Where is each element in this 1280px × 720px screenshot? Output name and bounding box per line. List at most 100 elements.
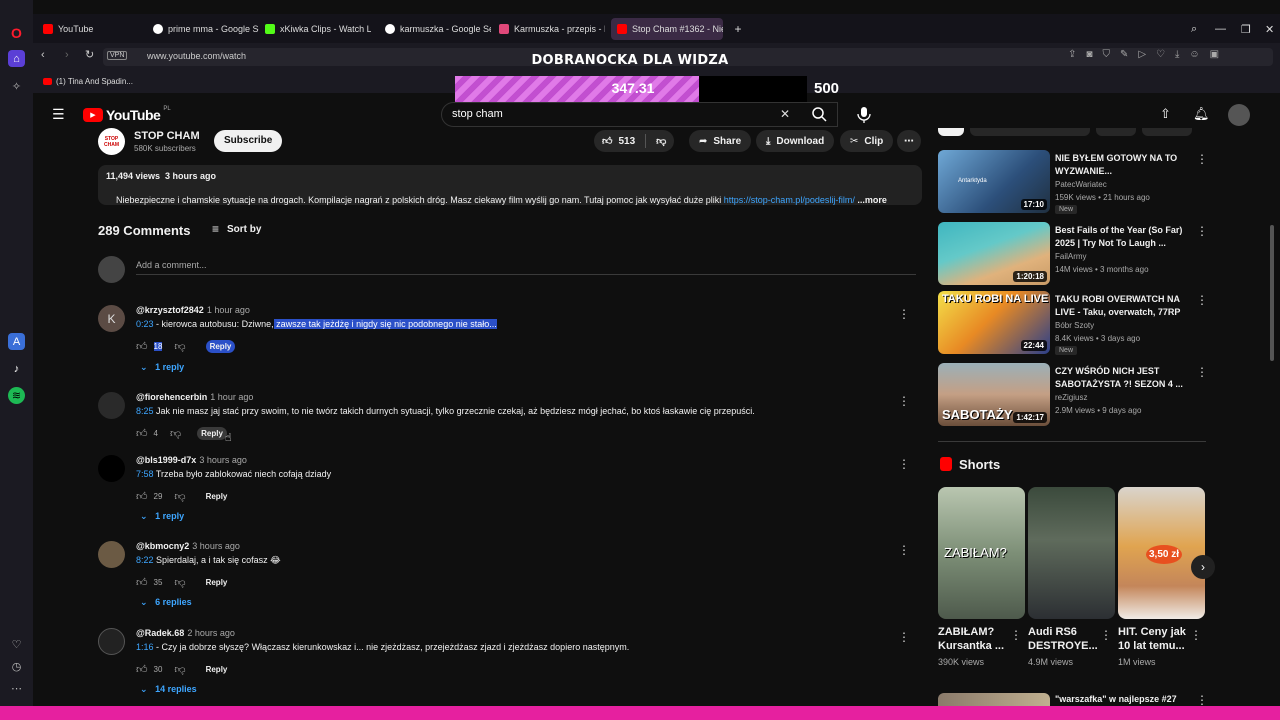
comment-time[interactable]: 3 hours ago (199, 455, 247, 465)
comment-author[interactable]: @krzysztof2842 (136, 305, 204, 315)
comment-menu-icon[interactable]: ⋮ (898, 543, 910, 557)
video-title[interactable]: "warszafka" w najlepsze #27 (1055, 694, 1177, 704)
video-title[interactable]: NIE BYŁEM GOTOWY NA TO WYZWANIE... (1055, 152, 1185, 178)
notifications-icon[interactable]: 🔔︎ (1193, 106, 1210, 122)
subscribe-button[interactable]: Subscribe (214, 130, 283, 152)
heart-icon[interactable]: ♡ (8, 636, 25, 653)
comment-menu-icon[interactable]: ⋮ (898, 457, 910, 471)
minimize-icon[interactable]: — (1209, 18, 1232, 40)
filter-chip[interactable] (1142, 128, 1192, 136)
close-window-icon[interactable]: ✕ (1259, 18, 1280, 40)
extensions-icon[interactable]: ✎ (1120, 49, 1128, 60)
view-replies-button[interactable]: ⌄ 6 replies (140, 597, 192, 608)
reply-button[interactable]: Reply (202, 490, 232, 503)
profile-icon[interactable]: ☺ (1189, 49, 1199, 60)
video-thumbnail[interactable] (938, 693, 1050, 706)
upload-icon[interactable]: ⇧ (1160, 106, 1171, 122)
short-thumbnail[interactable]: 3,50 zł (1118, 487, 1205, 619)
short-thumbnail[interactable] (1028, 487, 1115, 619)
channel-name[interactable]: STOP CHAM (134, 130, 200, 142)
recommended-video[interactable]: TAKU ROBI NA LIVE 22:44 TAKU ROBI OVERWA… (938, 291, 1208, 355)
video-channel[interactable]: Bóbr Szoty (1055, 321, 1094, 330)
home-icon[interactable]: ⌂ (8, 50, 25, 67)
tab-youtube[interactable]: YouTube (37, 18, 147, 40)
camera-icon[interactable]: ◙ (1086, 49, 1092, 60)
more-icon[interactable]: ⋯ (8, 680, 25, 697)
comment-time[interactable]: 2 hours ago (187, 628, 235, 638)
new-tab-button[interactable]: + (729, 18, 747, 40)
tab-google-prime[interactable]: prime mma - Google Search (147, 18, 259, 40)
comment-author[interactable]: @bls1999-d7x (136, 455, 196, 465)
thumbs-down-icon[interactable]: 👎︎ (174, 490, 185, 503)
bookmark-heart-icon[interactable]: ♡ (1156, 49, 1165, 60)
video-menu-icon[interactable]: ⋮ (1196, 224, 1208, 238)
video-menu-icon[interactable]: ⋮ (1196, 693, 1208, 707)
search-input[interactable]: stop cham (452, 108, 503, 120)
sort-by-button[interactable]: ≡ Sort by (212, 222, 261, 236)
shield-icon[interactable]: ⛉ (1102, 49, 1110, 60)
reload-icon[interactable]: ↻ (85, 48, 94, 61)
download-icon[interactable]: ⤓ (1175, 49, 1179, 60)
comment-menu-icon[interactable]: ⋮ (898, 630, 910, 644)
back-icon[interactable]: ‹ (41, 49, 45, 61)
short-menu-icon[interactable]: ⋮ (1010, 628, 1022, 642)
video-title[interactable]: TAKU ROBI OVERWATCH NA LIVE - Taku, over… (1055, 293, 1185, 319)
thumbs-up-icon[interactable]: 👍︎ (136, 490, 148, 503)
commenter-avatar[interactable] (98, 541, 125, 568)
comment-timestamp-link[interactable]: 1:16 (136, 642, 154, 652)
comment-author[interactable]: @kbmocny2 (136, 541, 189, 551)
search-box[interactable]: stop cham ✕ (441, 102, 838, 127)
recommended-video[interactable]: SABOTAŻY 1:42:17 CZY WŚRÓD NICH JEST SAB… (938, 363, 1208, 427)
share-page-icon[interactable]: ⇪ (1068, 49, 1076, 60)
maximize-icon[interactable]: ❐ (1235, 18, 1257, 40)
tiktok-icon[interactable]: ♪ (8, 360, 25, 377)
comment-time[interactable]: 3 hours ago (192, 541, 240, 551)
view-replies-button[interactable]: ⌄ 14 replies (140, 684, 197, 695)
opera-logo-icon[interactable]: O (8, 24, 25, 41)
show-more-button[interactable]: ...more (855, 195, 887, 205)
filter-chip[interactable] (1096, 128, 1136, 136)
video-channel[interactable]: reZigiusz (1055, 393, 1087, 402)
share-button[interactable]: ➦ Share (689, 130, 752, 152)
short-title[interactable]: ZABIŁAM? Kursantka ... (938, 625, 1004, 653)
comment-timestamp-link[interactable]: 7:58 (136, 469, 154, 479)
video-thumbnail[interactable]: SABOTAŻY 1:42:17 (938, 363, 1050, 426)
short-menu-icon[interactable]: ⋮ (1100, 628, 1112, 642)
description-link[interactable]: https://stop-cham.pl/podeslij-film/ (724, 195, 855, 205)
video-thumbnail[interactable]: 1:20:18 (938, 222, 1050, 285)
recommended-video[interactable]: 1:20:18 Best Fails of the Year (So Far) … (938, 222, 1208, 286)
reply-button[interactable]: Reply (202, 663, 232, 676)
short-thumbnail[interactable]: ZABIŁAM? (938, 487, 1025, 619)
tab-stop-cham[interactable]: Stop Cham #1362 - Niebezp (611, 18, 723, 40)
recommended-video[interactable]: Antarktyda 17:10 NIE BYŁEM GOTOWY NA TO … (938, 150, 1208, 214)
commenter-avatar[interactable] (98, 392, 125, 419)
aria-icon[interactable]: A (8, 333, 25, 350)
comment-timestamp-link[interactable]: 0:23 (136, 319, 154, 329)
reply-button[interactable]: Reply (205, 339, 236, 353)
short-title[interactable]: Audi RS6 DESTROYE... (1028, 625, 1098, 653)
search-button[interactable] (803, 102, 838, 127)
clear-search-icon[interactable]: ✕ (780, 107, 790, 121)
youtube-logo[interactable]: ▶ YouTube PL (83, 106, 171, 123)
commenter-avatar[interactable] (98, 628, 125, 655)
shorts-next-button[interactable]: › (1191, 555, 1215, 579)
tab-przepis[interactable]: Karmuszka - przepis - Moje (493, 18, 605, 40)
voice-search-button[interactable] (852, 104, 876, 126)
filter-chip[interactable] (970, 128, 1090, 136)
search-tabs-icon[interactable]: ⌕ (1185, 18, 1203, 40)
video-description[interactable]: 11,494 views 3 hours ago Niebezpieczne i… (98, 165, 922, 205)
thumbs-up-icon[interactable]: 👍︎ (136, 663, 148, 676)
short-title[interactable]: HIT. Ceny jak 10 lat temu... (1118, 625, 1186, 653)
video-thumbnail[interactable]: Antarktyda 17:10 (938, 150, 1050, 213)
video-menu-icon[interactable]: ⋮ (1196, 152, 1208, 166)
commenter-avatar[interactable] (98, 455, 125, 482)
thumbs-down-icon[interactable]: 👎︎ (174, 340, 185, 353)
view-replies-button[interactable]: ⌄ 1 reply (140, 362, 184, 373)
like-button[interactable]: 👍︎ 513 👎︎ (594, 130, 675, 152)
short-menu-icon[interactable]: ⋮ (1190, 628, 1202, 642)
spotify-icon[interactable]: ≋ (8, 387, 25, 404)
comment-menu-icon[interactable]: ⋮ (898, 394, 910, 408)
video-title[interactable]: CZY WŚRÓD NICH JEST SABOTAŻYSTA ?! SEZON… (1055, 365, 1185, 391)
video-title[interactable]: Best Fails of the Year (So Far) 2025 | T… (1055, 224, 1185, 250)
download-button[interactable]: ⤓ Download (756, 130, 835, 152)
